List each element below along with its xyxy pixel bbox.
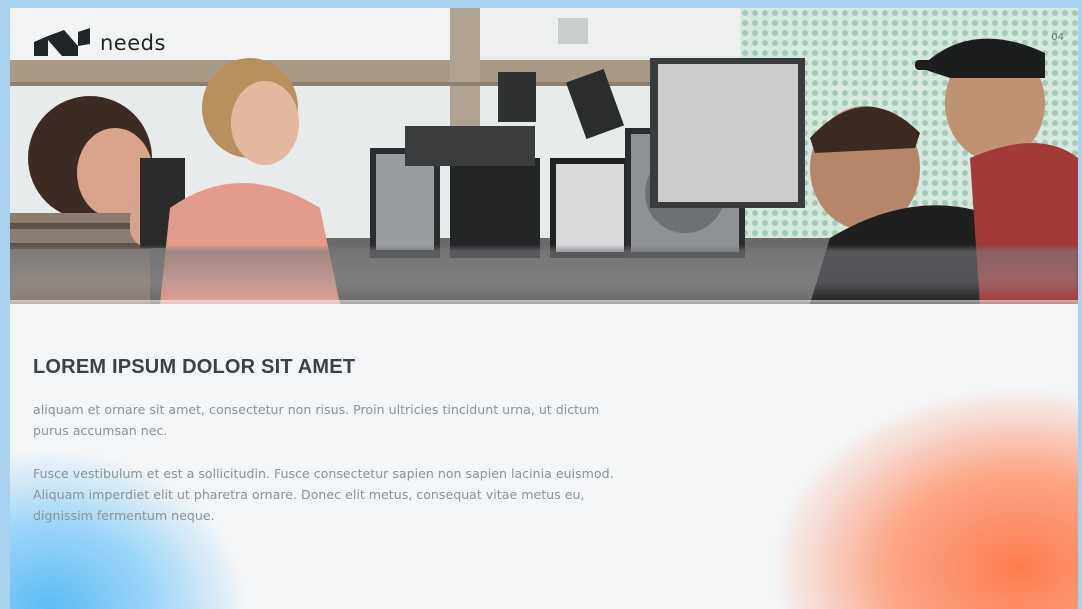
hero-photo xyxy=(10,8,1078,304)
body-paragraph-1: aliquam et ornare sit amet, consectetur … xyxy=(33,402,600,438)
needs-logo-icon xyxy=(34,28,90,56)
page-number: 04 xyxy=(1051,32,1064,43)
body-paragraph-2: Fusce vestibulum et est a sollicitudin. … xyxy=(33,466,614,523)
slide: needs 04 LOREM IPSUM DOLOR SIT AMET aliq… xyxy=(10,8,1078,609)
slide-heading: LOREM IPSUM DOLOR SIT AMET xyxy=(33,356,356,378)
hero-edge-fade xyxy=(10,300,1078,314)
brand-name: needs xyxy=(100,31,166,55)
brand-logo[interactable]: needs xyxy=(34,28,166,58)
hero-bottom-fade xyxy=(10,248,1078,304)
